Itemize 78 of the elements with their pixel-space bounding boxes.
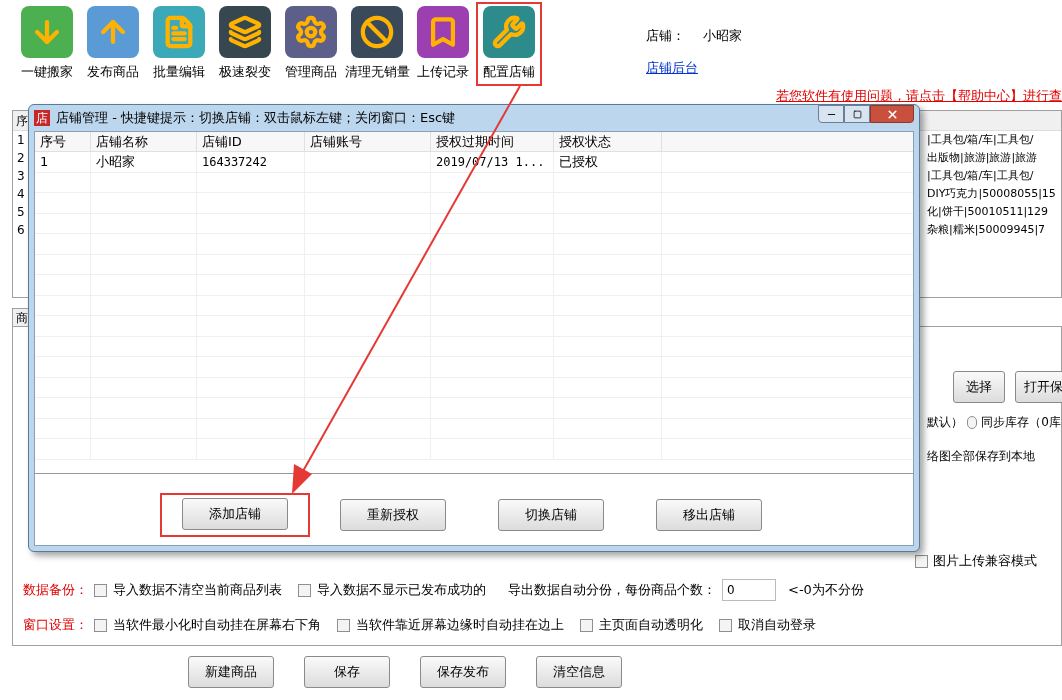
checkbox[interactable] [719, 618, 732, 632]
section-label: 数据备份： [23, 581, 88, 600]
store-label: 店铺： [646, 27, 685, 45]
option-label: 当软件靠近屏幕边缘时自动挂在边上 [356, 616, 564, 635]
maximize-button[interactable] [844, 105, 870, 123]
toolbar-button[interactable]: 极速裂变 [212, 2, 278, 86]
column-header: 授权状态 [554, 132, 662, 151]
toolbar-button[interactable]: 配置店铺 [476, 2, 542, 86]
close-icon [885, 107, 899, 121]
table-cell: 164337242 [202, 155, 268, 169]
maximize-icon [852, 109, 862, 119]
toolbar-button[interactable]: 上传记录 [410, 2, 476, 86]
toolbar-button[interactable]: 发布商品 [80, 2, 146, 86]
split-hint: <-0为不分份 [788, 581, 864, 600]
option-label: 当软件最小化时自动挂在屏幕右下角 [113, 616, 321, 635]
table-cell-text: 出版物|旅游|旅游|旅游 [927, 149, 1039, 166]
option-label: 导入数据不显示已发布成功的 [317, 581, 486, 600]
table-cell-text: DIY巧克力|50008055|15 [927, 185, 1057, 202]
column-header: 序号 [35, 132, 91, 151]
row-number: 4 [17, 186, 25, 203]
option-text: 络图全部保存到本地 [927, 448, 1035, 465]
settings-icon [285, 6, 337, 58]
table-cell: 小昭家 [96, 154, 135, 169]
notepad-icon [153, 6, 205, 58]
checkbox[interactable] [580, 618, 593, 632]
action-button[interactable]: 新建商品 [188, 656, 274, 688]
forbidden-icon [351, 6, 403, 58]
app-icon: 店 [34, 110, 50, 126]
option-label: 图片上传兼容模式 [933, 552, 1037, 571]
close-button[interactable] [870, 105, 914, 123]
bookmark-icon [417, 6, 469, 58]
column-header: 店铺名称 [91, 132, 197, 151]
row-number: 1 [17, 132, 25, 149]
wrench-icon [483, 6, 535, 58]
option-label: 导入数据不清空当前商品列表 [113, 581, 282, 600]
row-number: 6 [17, 222, 25, 239]
option-text: 默认） [927, 414, 963, 431]
table-cell-text: |工具包/箱/车|工具包/ [927, 167, 1035, 184]
section-label: 窗口设置： [23, 616, 88, 635]
radio-button[interactable] [967, 415, 978, 429]
split-count-field[interactable]: 0 [722, 579, 776, 601]
option-label: 同步库存（0库 [981, 414, 1061, 431]
checkbox[interactable] [337, 618, 350, 632]
upload-icon [87, 6, 139, 58]
option-label: 主页面自动透明化 [599, 616, 703, 635]
action-button[interactable]: 保存 [304, 656, 390, 688]
checkbox[interactable] [298, 583, 311, 597]
dialog-title: 店铺管理 - 快捷键提示：切换店铺：双击鼠标左键；关闭窗口：Esc键 [56, 109, 456, 128]
open-button[interactable]: 打开保 [1015, 371, 1062, 403]
table-cell: 1 [40, 154, 49, 169]
table-cell-text: 化|饼干|50010511|129 [927, 203, 1050, 220]
table-cell: 已授权 [559, 154, 598, 169]
toolbar-button[interactable]: 清理无销量 [344, 2, 410, 86]
layers-icon [219, 6, 271, 58]
option-label: 取消自动登录 [738, 616, 816, 635]
table-cell-text: 杂粮|糯米|50009945|7 [927, 221, 1047, 238]
toolbar-button[interactable]: 批量编辑 [146, 2, 212, 86]
column-header: 序 [16, 112, 28, 130]
checkbox[interactable] [915, 554, 928, 568]
checkbox[interactable] [94, 583, 107, 597]
table-cell-text: |工具包/箱/车|工具包/ [927, 131, 1035, 148]
action-button[interactable]: 保存发布 [420, 656, 506, 688]
download-icon [21, 6, 73, 58]
checkbox[interactable] [94, 618, 107, 632]
minimize-button[interactable] [818, 105, 844, 123]
split-label: 导出数据自动分份，每份商品个数： [508, 581, 716, 600]
column-header: 店铺账号 [305, 132, 431, 151]
store-name: 小昭家 [703, 27, 742, 45]
toolbar-button[interactable]: 管理商品 [278, 2, 344, 86]
select-button[interactable]: 选择 [953, 371, 1005, 403]
row-number: 2 [17, 150, 25, 167]
row-number: 3 [17, 168, 25, 185]
row-number: 5 [17, 204, 25, 221]
dialog-button[interactable]: 添加店铺 [160, 493, 310, 537]
toolbar-button[interactable]: 一键搬家 [14, 2, 80, 86]
column-header: 店铺ID [197, 132, 305, 151]
action-button[interactable]: 清空信息 [536, 656, 622, 688]
store-backend-link[interactable]: 店铺后台 [646, 57, 698, 77]
